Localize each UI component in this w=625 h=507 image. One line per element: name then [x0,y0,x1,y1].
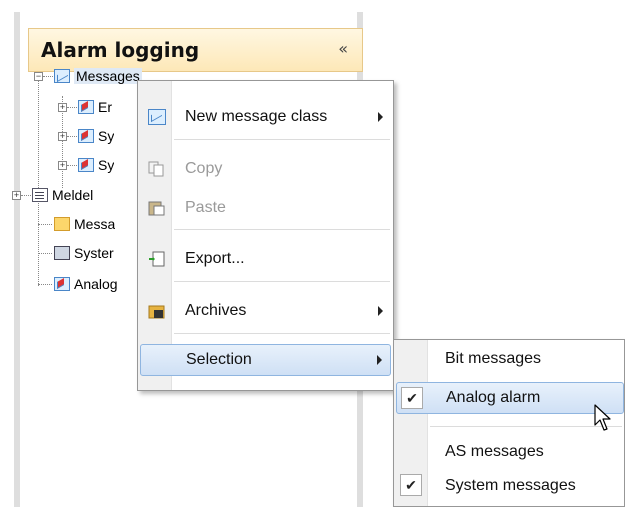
menu-item-archives[interactable]: Archives [140,295,391,327]
tree-node-message-class[interactable]: Sy [78,154,114,176]
submenu-item-as-messages[interactable]: AS messages [396,436,624,468]
tree-node-document[interactable]: Meldel [32,184,93,206]
message-class-icon [78,100,94,114]
menu-separator [174,139,390,140]
tree-node-message-class[interactable]: Er [78,96,112,118]
tree-expander[interactable]: + [58,132,67,141]
collapse-button[interactable]: « [338,39,348,58]
message-class-icon [78,129,94,143]
checkmark-icon: ✔ [400,474,422,496]
envelope-icon [54,69,70,83]
tree-node-folder[interactable]: Messa [54,213,115,235]
envelope-icon [148,109,166,125]
tree-expander[interactable]: + [12,191,21,200]
folder-icon [54,217,70,231]
root-expander[interactable]: − [34,72,43,81]
menu-separator [174,333,390,334]
export-icon [148,251,166,267]
submenu-item-analog-alarm[interactable]: ✔ Analog alarm [396,382,624,414]
document-icon [32,188,48,202]
context-menu: New message class Copy Paste Export... A… [137,80,394,391]
tree-node-system[interactable]: Syster [54,242,114,264]
submenu-item-system-messages[interactable]: ✔ System messages [396,470,624,502]
submenu-item-bit-messages[interactable]: Bit messages [396,343,624,375]
selection-submenu: Bit messages ✔ Analog alarm AS messages … [393,339,625,507]
checkmark-icon: ✔ [401,387,423,409]
tree-node-messages[interactable]: Messages [54,65,142,87]
submenu-arrow-icon [378,112,383,122]
submenu-arrow-icon [378,306,383,316]
message-class-icon [78,158,94,172]
submenu-arrow-icon [377,355,382,365]
menu-item-copy[interactable]: Copy [140,153,391,185]
computer-icon [54,246,70,260]
menu-item-export[interactable]: Export... [140,243,391,275]
tree-expander[interactable]: + [58,103,67,112]
menu-separator [174,229,390,230]
menu-item-paste[interactable]: Paste [140,192,391,224]
paste-icon [148,200,166,216]
menu-item-selection[interactable]: Selection [140,344,391,376]
tree-node-message-class[interactable]: Sy [78,125,114,147]
mouse-cursor-icon [594,404,611,431]
tree-node-analog[interactable]: Analog [54,273,118,295]
menu-item-new-message-class[interactable]: New message class [140,101,391,133]
copy-icon [148,161,166,177]
archive-icon [148,303,166,319]
analog-alarm-icon [54,277,70,291]
tree-expander[interactable]: + [58,161,67,170]
menu-separator [174,281,390,282]
panel-title: Alarm logging [41,38,200,62]
